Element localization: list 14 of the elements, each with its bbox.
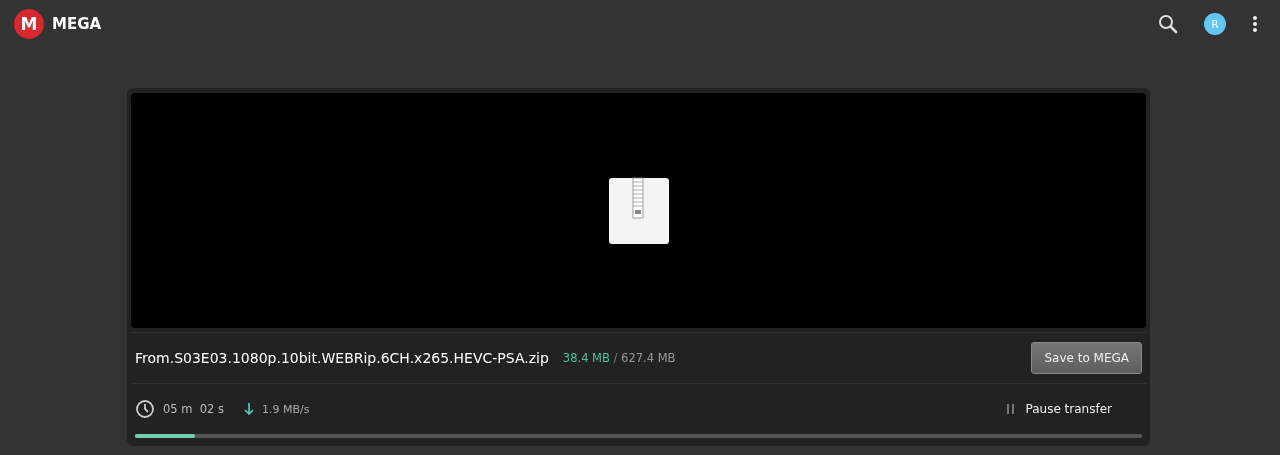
- more-icon[interactable]: [1252, 15, 1258, 33]
- save-to-mega-button[interactable]: Save to MEGA: [1031, 342, 1142, 374]
- search-icon[interactable]: [1158, 14, 1178, 34]
- brand-name: MEGA: [52, 15, 102, 33]
- file-name: From.S03E03.1080p.10bit.WEBRip.6CH.x265.HEVC-PSA.zip: [135, 350, 549, 366]
- zip-file-icon: [607, 176, 670, 245]
- pause-icon: [1006, 404, 1014, 414]
- file-size: 38.4 MB / 627.4 MB: [562, 351, 676, 365]
- pause-transfer-button[interactable]: Pause transfer: [1000, 401, 1118, 417]
- logo-icon[interactable]: M: [14, 9, 44, 39]
- clock-icon: [135, 399, 155, 419]
- download-arrow-icon: [244, 403, 255, 415]
- time-remaining: 05 m 02 s: [163, 402, 225, 416]
- download-speed: 1.9 MB/s: [262, 402, 310, 416]
